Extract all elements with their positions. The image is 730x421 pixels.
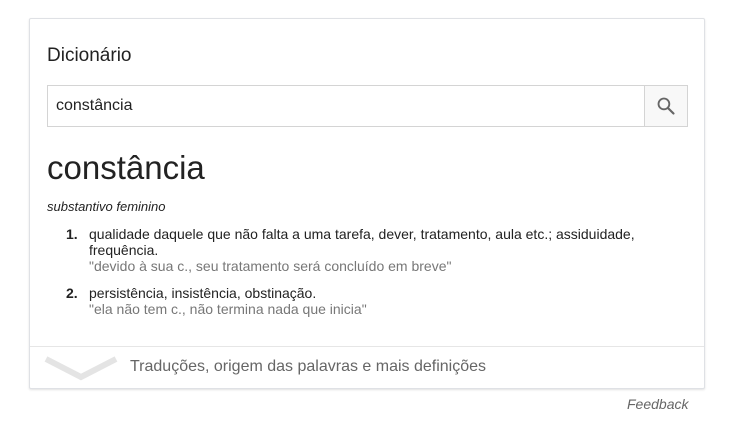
definition-text: qualidade daquele que não falta a uma ta… bbox=[89, 226, 635, 258]
definition-body: qualidade daquele que não falta a uma ta… bbox=[89, 226, 656, 274]
search-icon bbox=[657, 97, 675, 115]
more-definitions-label: Traduções, origem das palavras e mais de… bbox=[130, 358, 487, 375]
definition-body: persistência, insistência, obstinação. "… bbox=[89, 285, 656, 317]
definition-number: 2. bbox=[66, 285, 78, 301]
dictionary-card: Dicionário constância substantivo femini… bbox=[29, 18, 705, 389]
feedback-link[interactable]: Feedback bbox=[627, 396, 688, 412]
definition-example: "devido à sua c., seu tratamento será co… bbox=[89, 258, 452, 274]
definition-text: persistência, insistência, obstinação. bbox=[89, 285, 317, 301]
more-definitions-link[interactable]: Traduções, origem das palavras e mais de… bbox=[30, 346, 704, 389]
search-button[interactable] bbox=[644, 86, 687, 126]
search-box bbox=[47, 85, 688, 127]
headword: constância bbox=[47, 149, 205, 186]
part-of-speech: substantivo feminino bbox=[47, 199, 166, 214]
definition-number: 1. bbox=[66, 226, 78, 242]
card-title: Dicionário bbox=[47, 45, 132, 66]
definition-item: 2. persistência, insistência, obstinação… bbox=[66, 285, 656, 317]
definitions-list: 1. qualidade daquele que não falta a uma… bbox=[66, 226, 656, 328]
definition-item: 1. qualidade daquele que não falta a uma… bbox=[66, 226, 656, 274]
chevron-down-icon bbox=[44, 356, 118, 381]
definition-example: "ela não tem c., não termina nada que in… bbox=[89, 301, 367, 317]
search-input[interactable] bbox=[48, 86, 644, 126]
